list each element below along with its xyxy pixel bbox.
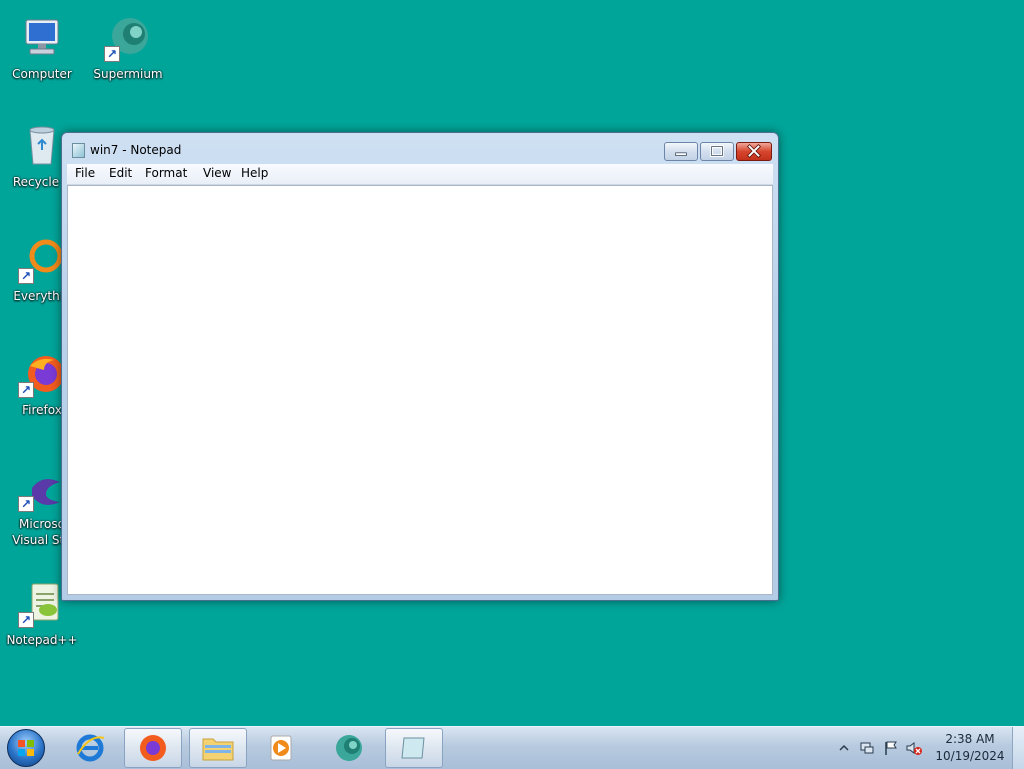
media-player-icon bbox=[270, 735, 292, 761]
show-desktop-button[interactable] bbox=[1012, 727, 1024, 769]
notepadpp-icon: ↗ bbox=[18, 580, 66, 628]
desktop-icon-label: Notepad++ bbox=[6, 633, 78, 647]
taskbar-notepad[interactable] bbox=[385, 728, 443, 768]
maximize-icon bbox=[710, 145, 724, 157]
system-clock[interactable]: 2:38 AM 10/19/2024 bbox=[930, 731, 1010, 765]
menu-help[interactable]: Help bbox=[237, 166, 272, 180]
shortcut-arrow-icon: ↗ bbox=[104, 46, 120, 62]
supermium-icon: ↗ bbox=[104, 14, 152, 62]
notepad-window[interactable]: win7 - Notepad File Edit Format View Hel… bbox=[61, 132, 779, 601]
visual-studio-icon: ↗ bbox=[18, 464, 66, 512]
show-hidden-icons-icon[interactable] bbox=[836, 740, 852, 756]
network-icon[interactable] bbox=[859, 740, 875, 756]
text-editor-input[interactable] bbox=[68, 186, 772, 594]
minimize-button[interactable] bbox=[664, 142, 698, 161]
maximize-button[interactable] bbox=[700, 142, 734, 161]
menu-format[interactable]: Format bbox=[141, 166, 191, 180]
supermium-icon bbox=[336, 735, 362, 761]
start-button[interactable] bbox=[7, 729, 45, 767]
shortcut-arrow-icon: ↗ bbox=[18, 496, 34, 512]
clock-date: 10/19/2024 bbox=[935, 749, 1005, 763]
firefox-icon: ↗ bbox=[18, 350, 66, 398]
recycle-bin-icon bbox=[18, 122, 66, 170]
window-title: win7 - Notepad bbox=[90, 143, 182, 157]
action-center-flag-icon[interactable] bbox=[883, 740, 899, 756]
close-icon bbox=[746, 144, 762, 159]
taskbar-media-player[interactable] bbox=[253, 728, 311, 768]
shortcut-arrow-icon: ↗ bbox=[18, 612, 34, 628]
taskbar-explorer[interactable] bbox=[189, 728, 247, 768]
everything-icon: ↗ bbox=[18, 236, 66, 284]
text-editor[interactable] bbox=[67, 185, 773, 595]
menu-view[interactable]: View bbox=[199, 166, 235, 180]
desktop-icon-supermium[interactable]: ↗ Supermium bbox=[91, 14, 165, 82]
menu-edit[interactable]: Edit bbox=[105, 166, 136, 180]
desktop-icon-label: Computer bbox=[12, 67, 72, 81]
computer-icon bbox=[18, 14, 66, 62]
folder-icon bbox=[202, 738, 234, 761]
title-bar[interactable]: win7 - Notepad bbox=[62, 133, 778, 167]
clock-time: 2:38 AM bbox=[945, 732, 995, 746]
notepad-icon bbox=[72, 143, 85, 158]
menu-file[interactable]: File bbox=[71, 166, 99, 180]
taskbar-firefox[interactable] bbox=[124, 728, 182, 768]
volume-muted-icon[interactable] bbox=[906, 740, 922, 756]
shortcut-arrow-icon: ↗ bbox=[18, 382, 34, 398]
menu-bar: File Edit Format View Help bbox=[67, 164, 773, 185]
taskbar: 2:38 AM 10/19/2024 bbox=[0, 726, 1024, 769]
desktop-icon-label: Supermium bbox=[93, 67, 163, 81]
ie-icon bbox=[76, 734, 105, 762]
windows-logo-icon bbox=[18, 740, 34, 756]
taskbar-ie[interactable] bbox=[61, 728, 119, 768]
taskbar-supermium[interactable] bbox=[320, 728, 378, 768]
notepad-icon bbox=[401, 737, 425, 759]
desktop-icon-computer[interactable]: Computer bbox=[5, 14, 79, 82]
firefox-icon bbox=[140, 735, 166, 761]
close-button[interactable] bbox=[736, 142, 772, 161]
minimize-icon bbox=[675, 152, 687, 156]
shortcut-arrow-icon: ↗ bbox=[18, 268, 34, 284]
